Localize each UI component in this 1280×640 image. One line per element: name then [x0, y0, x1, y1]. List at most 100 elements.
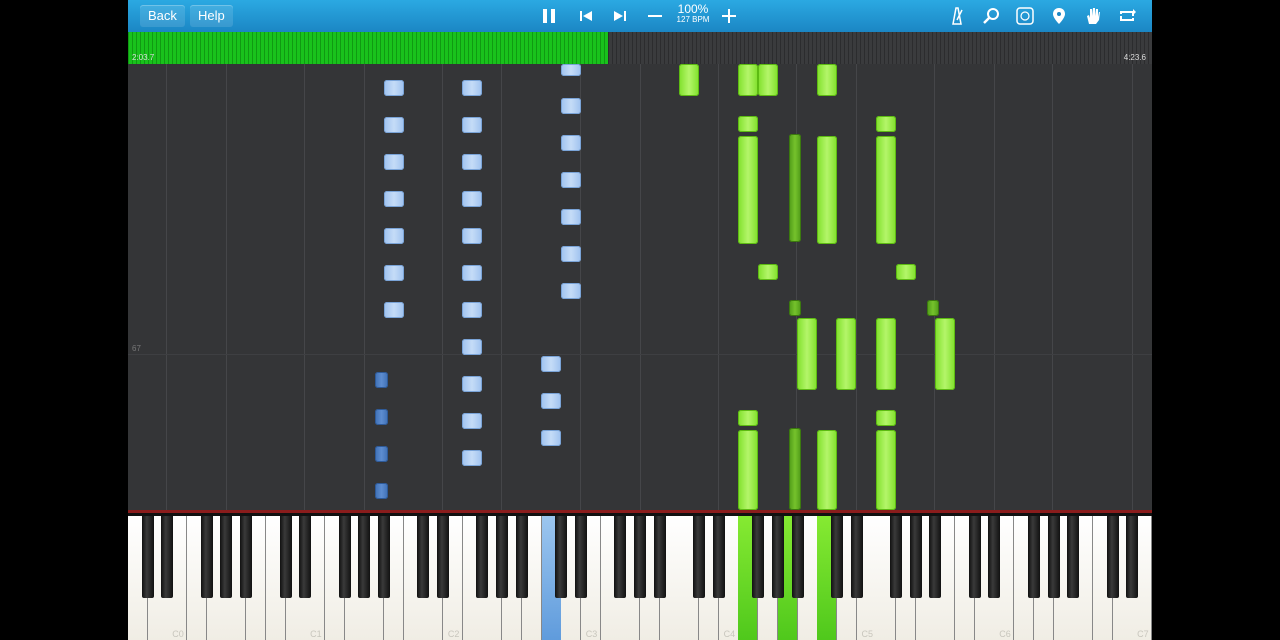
black-key[interactable]: [634, 516, 646, 598]
black-key[interactable]: [378, 516, 390, 598]
back-button[interactable]: Back: [140, 5, 185, 27]
black-key[interactable]: [515, 516, 528, 598]
note-block: [375, 446, 388, 462]
octave-label: C5: [861, 629, 873, 639]
black-key[interactable]: [555, 516, 568, 598]
black-key[interactable]: [141, 516, 154, 598]
note-block: [384, 80, 404, 96]
note-block: [738, 430, 758, 510]
pause-icon[interactable]: [537, 4, 561, 28]
black-key[interactable]: [1027, 516, 1040, 598]
skip-back-icon[interactable]: [574, 4, 598, 28]
grid-line: [994, 64, 995, 510]
black-key[interactable]: [220, 516, 233, 598]
black-key[interactable]: [437, 516, 450, 598]
black-key[interactable]: [752, 516, 765, 598]
note-block: [758, 64, 778, 96]
note-block: [789, 300, 801, 316]
grid-line: [226, 64, 227, 510]
black-key[interactable]: [496, 516, 509, 598]
black-key[interactable]: [988, 516, 1001, 598]
note-block: [817, 430, 837, 510]
black-key[interactable]: [830, 516, 843, 598]
note-block: [789, 134, 801, 242]
note-block: [738, 136, 758, 244]
black-key[interactable]: [850, 516, 863, 598]
black-key[interactable]: [929, 516, 942, 598]
note-block: [876, 136, 896, 244]
note-block: [462, 265, 482, 281]
black-key[interactable]: [279, 516, 292, 598]
note-block: [935, 318, 955, 390]
black-key[interactable]: [712, 516, 725, 598]
progress-fill: [128, 32, 609, 64]
speed-down-button[interactable]: [643, 4, 667, 28]
black-key[interactable]: [1126, 516, 1139, 598]
grid-line: [856, 64, 857, 510]
note-block: [384, 191, 404, 207]
black-key[interactable]: [358, 516, 371, 598]
note-block: [541, 393, 561, 409]
piano-keyboard[interactable]: C0 C1 C2 C3 C4 C5 C6 C7: [128, 510, 1152, 640]
speed-percent: 100%: [677, 2, 709, 16]
black-key[interactable]: [1106, 516, 1119, 598]
note-block: [927, 300, 939, 316]
black-key[interactable]: [771, 516, 784, 598]
black-key[interactable]: [240, 516, 253, 598]
piano-roll: 67: [128, 64, 1152, 510]
black-key[interactable]: [909, 516, 922, 598]
speed-up-button[interactable]: [717, 4, 741, 28]
search-icon[interactable]: [979, 4, 1003, 28]
grid-line: [501, 64, 502, 510]
note-block: [384, 302, 404, 318]
help-button[interactable]: Help: [190, 5, 233, 27]
note-block: [876, 410, 896, 426]
loop-icon[interactable]: [1115, 4, 1139, 28]
skip-forward-icon[interactable]: [608, 4, 632, 28]
grid-line: [934, 64, 935, 510]
note-block: [876, 430, 896, 510]
note-block: [679, 64, 699, 96]
grid-line: [166, 64, 167, 510]
note-block: [375, 483, 388, 499]
note-block: [462, 302, 482, 318]
note-block: [817, 136, 837, 244]
black-key[interactable]: [574, 516, 587, 598]
grid-row-line: [128, 354, 1152, 355]
grid-line: [442, 64, 443, 510]
label-icon[interactable]: [1013, 4, 1037, 28]
octave-label: C2: [447, 629, 460, 639]
black-key[interactable]: [417, 516, 430, 598]
black-key[interactable]: [890, 516, 902, 598]
note-block: [462, 80, 482, 96]
note-block: [896, 264, 916, 280]
note-block: [817, 64, 837, 96]
note-block: [375, 372, 388, 388]
note-block: [384, 228, 404, 244]
grid-line: [304, 64, 305, 510]
black-key[interactable]: [200, 516, 213, 598]
octave-label: C7: [1137, 629, 1149, 639]
toolbar: Back Help 100% 127 BPM: [128, 0, 1152, 33]
pitch-row-label: 67: [132, 344, 141, 353]
black-key[interactable]: [968, 516, 981, 598]
black-key[interactable]: [476, 516, 489, 598]
note-block: [384, 154, 404, 170]
hand-icon[interactable]: [1081, 4, 1105, 28]
black-key[interactable]: [1067, 516, 1080, 598]
black-key[interactable]: [791, 516, 804, 598]
note-block: [758, 264, 778, 280]
black-key[interactable]: [693, 516, 706, 598]
note-block: [462, 117, 482, 133]
black-key[interactable]: [299, 516, 312, 598]
black-key[interactable]: [161, 516, 174, 598]
location-pin-icon[interactable]: [1047, 4, 1071, 28]
note-block: [561, 64, 581, 76]
black-key[interactable]: [338, 516, 351, 598]
black-key[interactable]: [1047, 516, 1060, 598]
black-key[interactable]: [614, 516, 627, 598]
note-block: [462, 228, 482, 244]
progress-timeline[interactable]: 2:03.7 4:23.6: [128, 32, 1152, 64]
black-key[interactable]: [653, 516, 666, 598]
metronome-icon[interactable]: [945, 4, 969, 28]
